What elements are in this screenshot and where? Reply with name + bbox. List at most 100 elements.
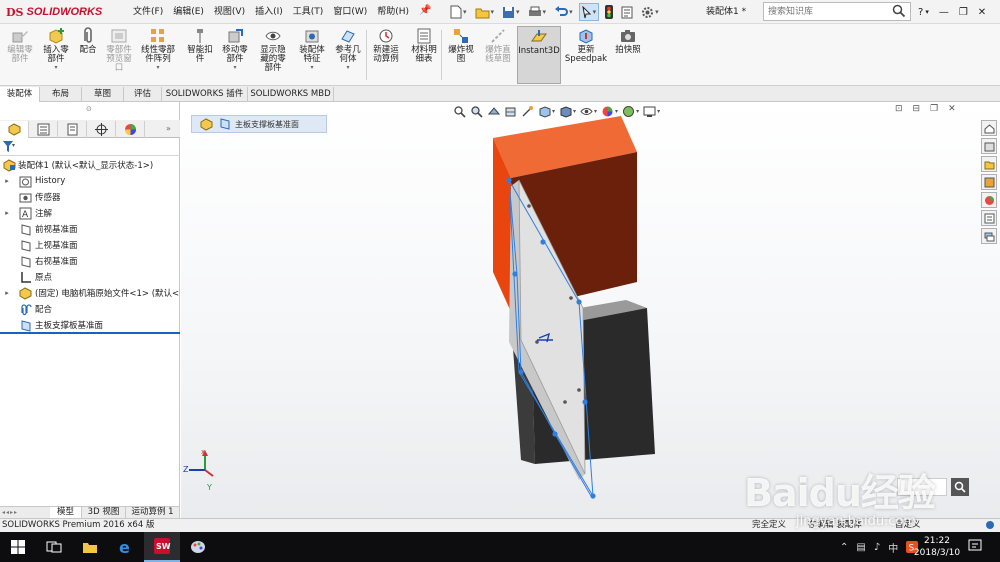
expand-arrow-icon[interactable]: ▸ bbox=[3, 177, 11, 185]
knowledge-search[interactable] bbox=[763, 2, 911, 21]
tab-evaluate[interactable]: 评估 bbox=[124, 87, 162, 102]
file-explorer-icon[interactable] bbox=[981, 156, 997, 172]
paint-taskbar-button[interactable] bbox=[180, 532, 216, 562]
solidworks-resources-icon[interactable] bbox=[981, 120, 997, 136]
show-hidden-components-button[interactable]: 显示隐 藏的零 部件 bbox=[253, 26, 293, 84]
graphics-area[interactable]: ▾ ▾ ▾ ▾ ▾ ▾ ⊡ ⊟ ❐ ✕ 主板支撑板基准面 x Z Y bbox=[181, 102, 1000, 518]
tree-item-mates[interactable]: 配合 bbox=[0, 301, 180, 317]
pin-icon[interactable]: 📌 bbox=[419, 5, 431, 16]
menu-edit[interactable]: 编辑(E) bbox=[168, 0, 209, 24]
menu-window[interactable]: 窗口(W) bbox=[328, 0, 372, 24]
forum-icon[interactable] bbox=[981, 228, 997, 244]
tab-layout[interactable]: 布局 bbox=[40, 87, 82, 102]
tree-item-motherboard-plane[interactable]: 主板支撑板基准面 bbox=[0, 317, 180, 333]
find-search-button[interactable] bbox=[951, 478, 969, 496]
find-toolbar[interactable] bbox=[897, 478, 947, 496]
design-library-icon[interactable] bbox=[981, 138, 997, 154]
tab-display-manager[interactable] bbox=[116, 121, 145, 138]
custom-properties-icon[interactable] bbox=[981, 210, 997, 226]
menu-view[interactable]: 视图(V) bbox=[209, 0, 250, 24]
view-palette-icon[interactable] bbox=[981, 174, 997, 190]
menu-help[interactable]: 帮助(H) bbox=[372, 0, 414, 24]
options-button[interactable]: ▾ bbox=[639, 3, 661, 21]
menu-insert[interactable]: 插入(I) bbox=[250, 0, 288, 24]
tab-feature-manager[interactable] bbox=[0, 121, 29, 138]
system-clock[interactable]: 21:22 2018/3/10 bbox=[912, 535, 962, 559]
move-component-dropdown-icon[interactable]: ▾ bbox=[233, 64, 236, 71]
tree-item-fixed-part[interactable]: ▸ (固定) 电脑机箱原始文件<1> (默认< bbox=[0, 285, 180, 301]
edge-browser-button[interactable]: e bbox=[108, 532, 144, 562]
tree-filter[interactable]: ▾ bbox=[0, 139, 180, 156]
solidworks-taskbar-button[interactable]: SW bbox=[144, 532, 180, 562]
tree-item-right-plane[interactable]: 右视基准面 bbox=[0, 253, 180, 269]
linear-pattern-button[interactable]: 线性零部 件阵列 ▾ bbox=[138, 26, 178, 84]
insert-component-dropdown-icon[interactable]: ▾ bbox=[54, 64, 57, 71]
menu-file[interactable]: 文件(F) bbox=[128, 0, 168, 24]
tree-item-assembly-root[interactable]: 装配体1 (默认<默认_显示状态-1>) bbox=[0, 157, 180, 173]
new-motion-study-button[interactable]: 新建运 动算例 bbox=[366, 26, 406, 84]
assembly-features-dropdown-icon[interactable]: ▾ bbox=[310, 64, 313, 71]
update-speedpak-button[interactable]: 更新 Speedpak bbox=[564, 26, 608, 84]
tab-solidworks-mbd[interactable]: SOLIDWORKS MBD bbox=[248, 87, 334, 102]
svg-text:A: A bbox=[22, 210, 29, 220]
panel-expand-icon[interactable]: » bbox=[166, 124, 171, 133]
expand-arrow-icon[interactable]: ▸ bbox=[3, 209, 11, 217]
start-button[interactable] bbox=[0, 532, 36, 562]
tree-item-front-plane[interactable]: 前视基准面 bbox=[0, 221, 180, 237]
tab-property-manager[interactable] bbox=[29, 121, 58, 138]
snapshot-button[interactable]: 拍快照 bbox=[608, 26, 648, 84]
open-button[interactable]: ▾ bbox=[473, 3, 497, 21]
reference-triad: x Z Y bbox=[183, 450, 214, 492]
search-input[interactable] bbox=[768, 5, 886, 18]
undo-button[interactable]: ▾ bbox=[552, 3, 575, 21]
bom-button[interactable]: 材料明 细表 bbox=[404, 26, 444, 84]
reference-geometry-button[interactable]: 参考几 何体 ▾ bbox=[328, 26, 368, 84]
volume-icon[interactable]: ♪ bbox=[874, 542, 880, 553]
close-button[interactable]: ✕ bbox=[978, 7, 986, 18]
maximize-button[interactable]: ❐ bbox=[959, 7, 968, 18]
instant3d-button[interactable]: Instant3D bbox=[517, 26, 561, 84]
appearances-icon[interactable] bbox=[981, 192, 997, 208]
tab-sketch[interactable]: 草图 bbox=[82, 87, 124, 102]
tree-item-sensors[interactable]: 传感器 bbox=[0, 189, 180, 205]
tree-item-label: 原点 bbox=[35, 273, 53, 283]
exploded-view-button[interactable]: 爆炸视 图 bbox=[441, 26, 481, 84]
network-icon[interactable]: ▤ bbox=[856, 542, 865, 553]
tab-configuration-manager[interactable] bbox=[58, 121, 87, 138]
explode-line-sketch-button[interactable]: 爆炸直 线草图 bbox=[478, 26, 518, 84]
tree-item-origin[interactable]: 原点 bbox=[0, 269, 180, 285]
print-button[interactable]: ▾ bbox=[526, 3, 549, 21]
tab-assembly[interactable]: 装配体 bbox=[0, 87, 40, 102]
tree-item-annotations[interactable]: ▸ A 注解 bbox=[0, 205, 180, 221]
ime-indicator[interactable]: 中 bbox=[888, 540, 898, 555]
tree-item-history[interactable]: ▸ History bbox=[0, 173, 180, 189]
linear-pattern-dropdown-icon[interactable]: ▾ bbox=[156, 64, 159, 71]
panel-drag-handle[interactable]: ⊙ bbox=[86, 105, 92, 113]
notification-center-icon[interactable] bbox=[968, 539, 982, 553]
task-view-button[interactable] bbox=[36, 532, 72, 562]
save-button[interactable]: ▾ bbox=[500, 3, 522, 21]
tab-dimxpert-manager[interactable] bbox=[87, 121, 116, 138]
status-units[interactable]: 自定义 bbox=[895, 519, 921, 532]
menu-tools[interactable]: 工具(T) bbox=[288, 0, 329, 24]
file-explorer-taskbar-button[interactable] bbox=[72, 532, 108, 562]
move-component-button[interactable]: 移动零 部件 ▾ bbox=[215, 26, 255, 84]
search-icon[interactable] bbox=[892, 4, 906, 18]
help-icon[interactable]: ? bbox=[918, 7, 923, 18]
help-dropdown-icon[interactable]: ▾ bbox=[925, 8, 929, 16]
minimize-button[interactable]: — bbox=[939, 7, 949, 18]
file-properties-button[interactable] bbox=[619, 3, 635, 21]
help-status-icon[interactable] bbox=[985, 520, 995, 530]
new-document-button[interactable]: ▾ bbox=[448, 3, 469, 21]
expand-arrow-icon[interactable]: ▸ bbox=[3, 289, 11, 297]
filter-dropdown-icon[interactable]: ▾ bbox=[12, 142, 15, 149]
tab-solidworks-addins[interactable]: SOLIDWORKS 插件 bbox=[162, 87, 248, 102]
rebuild-button[interactable] bbox=[603, 3, 615, 21]
select-button[interactable]: ▾ bbox=[578, 3, 600, 21]
assembly-3d-model[interactable] bbox=[181, 102, 1000, 518]
component-preview-button[interactable]: 零部件 预览窗 口 bbox=[99, 26, 139, 84]
tree-item-top-plane[interactable]: 上视基准面 bbox=[0, 237, 180, 253]
tray-overflow-icon[interactable]: ⌃ bbox=[840, 542, 848, 553]
reference-geometry-dropdown-icon[interactable]: ▾ bbox=[346, 64, 349, 71]
solidworks-logo[interactable]: 𝐃𝐒 SOLIDWORKS bbox=[6, 3, 102, 21]
